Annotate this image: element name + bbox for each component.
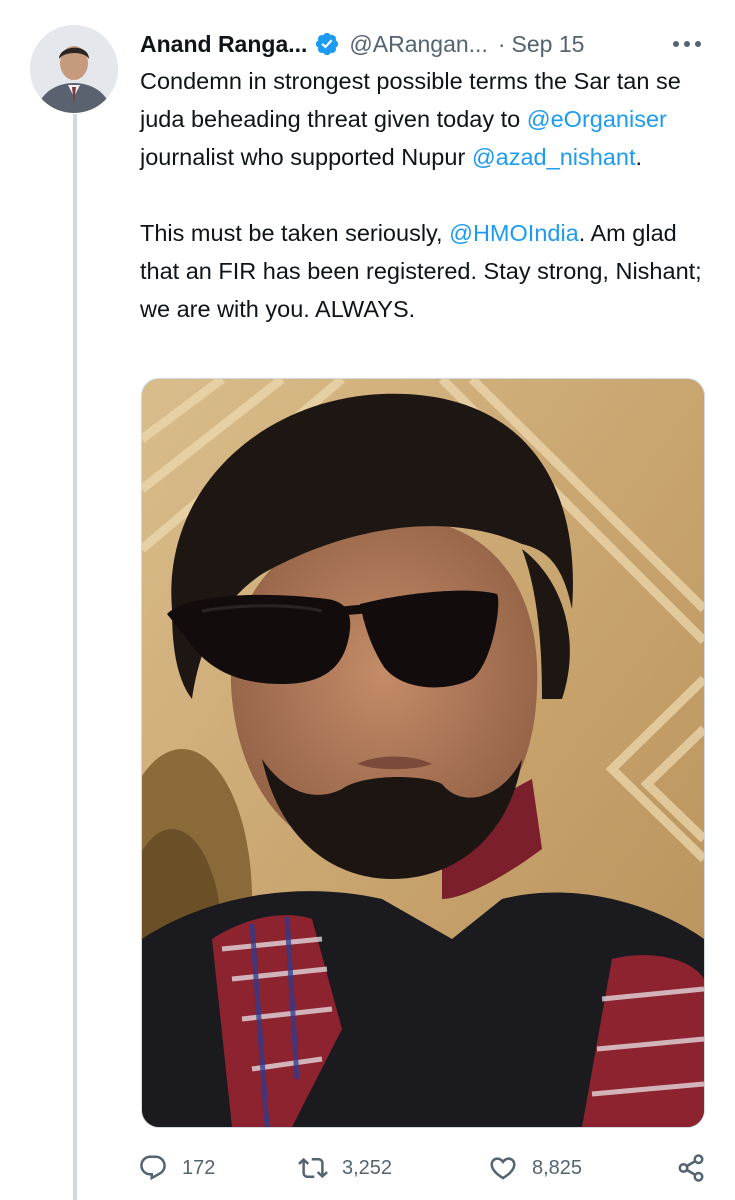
text-segment: journalist who supported Nupur [140, 144, 472, 170]
reply-count: 172 [182, 1156, 216, 1179]
tweet-actions: 172 3,252 8,825 [138, 1148, 708, 1188]
reply-button[interactable]: 172 [138, 1148, 215, 1188]
thread-line [73, 114, 77, 1200]
heart-icon [488, 1153, 518, 1183]
retweet-icon [298, 1153, 328, 1183]
tweet-header: Anand Ranga... @ARangan... · Sep 15 [140, 24, 710, 64]
mention-link[interactable]: @HMOIndia [449, 220, 579, 246]
header-separator: · [497, 30, 506, 57]
tweet-text: Condemn in strongest possible terms the … [140, 62, 715, 328]
tweet-paragraph: This must be taken seriously, @HMOIndia.… [140, 214, 715, 328]
share-icon [676, 1153, 706, 1183]
more-horizontal-icon[interactable] [672, 30, 702, 58]
mention-link[interactable]: @eOrganiser [527, 106, 667, 132]
portrait-photo [142, 379, 704, 1127]
text-segment: . [635, 144, 643, 170]
author-handle[interactable]: @ARangan... [349, 31, 487, 58]
retweet-button[interactable]: 3,252 [298, 1148, 392, 1188]
tweet-date[interactable]: Sep 15 [512, 31, 585, 58]
author-display-name[interactable]: Anand Ranga... [140, 31, 307, 58]
reply-icon [138, 1153, 168, 1183]
text-segment: This must be taken seriously, [140, 220, 450, 246]
share-button[interactable] [676, 1148, 706, 1188]
author-avatar[interactable] [30, 25, 118, 113]
verified-badge-icon [314, 31, 340, 57]
mention-link[interactable]: @azad_nishant [472, 144, 636, 170]
retweet-count: 3,252 [342, 1156, 393, 1179]
like-button[interactable]: 8,825 [488, 1148, 582, 1188]
tweet-photo[interactable] [141, 378, 705, 1128]
tweet-paragraph: Condemn in strongest possible terms the … [140, 62, 715, 176]
avatar-image [30, 25, 118, 113]
like-count: 8,825 [532, 1156, 583, 1179]
